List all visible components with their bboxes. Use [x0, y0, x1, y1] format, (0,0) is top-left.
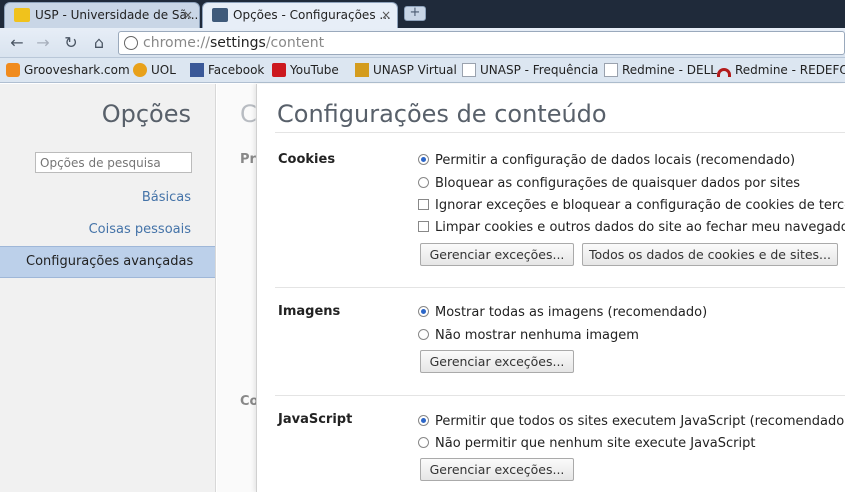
close-tab-icon[interactable]: × — [183, 3, 193, 27]
javascript-manage-exceptions-button[interactable]: Gerenciar exceções... — [420, 458, 574, 481]
uol-icon — [133, 63, 147, 77]
section-divider — [275, 287, 845, 288]
cookies-manage-exceptions-button[interactable]: Gerenciar exceções... — [420, 243, 574, 266]
checkbox-icon — [418, 221, 429, 232]
radio-icon — [418, 177, 429, 188]
option-label: Limpar cookies e outros dados do site ao… — [435, 220, 845, 235]
checkbox-icon — [418, 199, 429, 210]
option-label: Mostrar todas as imagens (recomendado) — [435, 305, 708, 320]
bookmark-label: UNASP - Frequência — [480, 63, 599, 77]
address-bar[interactable]: chrome://settings/content — [118, 31, 845, 55]
bookmark-label: Grooveshark.com — [24, 63, 130, 77]
tab-usp[interactable]: USP - Universidade de Sã... × — [4, 2, 200, 28]
option-label: Permitir que todos os sites executem Jav… — [435, 414, 845, 429]
option-label: Não permitir que nenhum site execute Jav… — [435, 436, 756, 451]
page-title: Configurações de conteúdo — [277, 100, 607, 128]
option-label: Ignorar exceções e bloquear a configuraç… — [435, 198, 845, 213]
radio-icon — [418, 437, 429, 448]
bookmark-label: Redmine - DELL — [622, 63, 717, 77]
tab-title: USP - Universidade de Sã... — [35, 8, 199, 22]
search-input[interactable] — [35, 152, 192, 173]
javascript-heading: JavaScript — [278, 412, 353, 427]
bookmark-label: Redmine - REDEFOR — [735, 63, 845, 77]
page-icon — [124, 36, 138, 50]
reload-icon[interactable]: ↻ — [62, 34, 80, 52]
background-title-fragment: C — [240, 100, 257, 128]
bookmark-unasp-virtual[interactable]: UNASP Virtual — [355, 62, 457, 79]
sidebar-item-configuracoes-avancadas[interactable]: Configurações avançadas — [0, 246, 215, 278]
bookmark-grooveshark[interactable]: Grooveshark.com — [6, 62, 130, 79]
url-host: settings — [210, 35, 266, 51]
facebook-icon — [190, 63, 204, 77]
sidebar: Opções Básicas Coisas pessoais Configura… — [0, 84, 216, 492]
url-scheme: chrome:// — [143, 35, 210, 51]
wrench-icon — [212, 8, 228, 22]
url-path: /content — [265, 35, 325, 51]
usp-favicon-icon — [14, 8, 30, 22]
option-label: Permitir a configuração de dados locais … — [435, 153, 796, 168]
images-show-all-radio[interactable]: Mostrar todas as imagens (recomendado) — [418, 305, 707, 320]
cookies-heading: Cookies — [278, 152, 336, 167]
toolbar: ← → ↻ ⌂ chrome://settings/content — [0, 28, 845, 58]
redmine-icon — [717, 68, 731, 77]
bookmark-redmine-redefor[interactable]: Redmine - REDEFOR — [717, 62, 845, 79]
radio-icon — [418, 329, 429, 340]
home-icon[interactable]: ⌂ — [90, 34, 108, 52]
images-manage-exceptions-button[interactable]: Gerenciar exceções... — [420, 350, 574, 373]
javascript-block-radio[interactable]: Não permitir que nenhum site execute Jav… — [418, 436, 755, 451]
background-section-fragment: Pr — [240, 152, 256, 167]
images-heading: Imagens — [278, 304, 341, 319]
content-settings-overlay: Configurações de conteúdo Cookies Permit… — [256, 84, 845, 492]
all-cookies-data-button[interactable]: Todos os dados de cookies e de sites... — [582, 243, 838, 266]
unasp-icon — [355, 63, 369, 77]
background-page: C Pr Co — [217, 84, 258, 492]
page-icon — [604, 63, 618, 77]
bookmark-youtube[interactable]: YouTube — [272, 62, 339, 79]
section-divider — [275, 395, 845, 396]
forward-icon[interactable]: → — [34, 34, 52, 52]
sidebar-item-basicas[interactable]: Básicas — [142, 190, 191, 205]
option-label: Bloquear as configurações de quaisquer d… — [435, 176, 801, 191]
radio-selected-icon — [418, 306, 429, 317]
bookmark-uol[interactable]: UOL — [133, 62, 176, 79]
bookmark-facebook[interactable]: Facebook — [190, 62, 264, 79]
cookies-third-party-checkbox[interactable]: Ignorar exceções e bloquear a configuraç… — [418, 198, 845, 213]
youtube-icon — [272, 63, 286, 77]
new-tab-button[interactable]: + — [404, 6, 426, 21]
bookmark-label: UNASP Virtual — [373, 63, 457, 77]
radio-selected-icon — [418, 415, 429, 426]
bookmark-unasp-frequencia[interactable]: UNASP - Frequência — [462, 62, 598, 79]
images-show-none-radio[interactable]: Não mostrar nenhuma imagem — [418, 328, 639, 343]
sidebar-title: Opções — [101, 100, 191, 128]
bookmark-label: Facebook — [208, 63, 265, 77]
tab-opcoes[interactable]: Opções - Configurações ... × — [202, 2, 398, 28]
javascript-allow-radio[interactable]: Permitir que todos os sites executem Jav… — [418, 414, 845, 429]
back-icon[interactable]: ← — [8, 34, 26, 52]
sidebar-item-coisas-pessoais[interactable]: Coisas pessoais — [89, 222, 191, 237]
tab-strip: USP - Universidade de Sã... × Opções - C… — [0, 0, 845, 28]
bookmark-label: YouTube — [290, 63, 339, 77]
cookies-clear-on-exit-checkbox[interactable]: Limpar cookies e outros dados do site ao… — [418, 220, 845, 235]
cookies-allow-radio[interactable]: Permitir a configuração de dados locais … — [418, 153, 795, 168]
close-tab-icon[interactable]: × — [381, 3, 391, 27]
page-icon — [462, 63, 476, 77]
bookmark-label: UOL — [151, 63, 176, 77]
bookmark-redmine-dell[interactable]: Redmine - DELL — [604, 62, 717, 79]
title-divider — [275, 132, 845, 133]
tab-title: Opções - Configurações ... — [233, 8, 391, 22]
bookmarks-bar: Grooveshark.com UOL Facebook YouTube UNA… — [0, 58, 845, 83]
cookies-block-radio[interactable]: Bloquear as configurações de quaisquer d… — [418, 176, 800, 191]
grooveshark-icon — [6, 63, 20, 77]
option-label: Não mostrar nenhuma imagem — [435, 328, 639, 343]
radio-selected-icon — [418, 154, 429, 165]
